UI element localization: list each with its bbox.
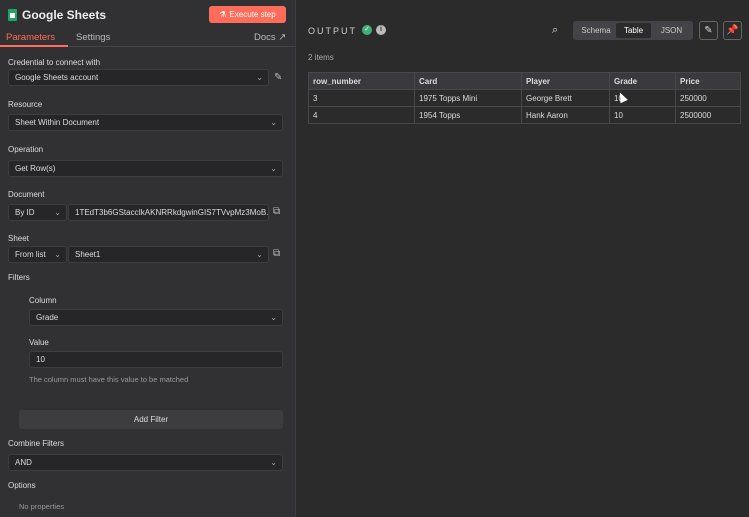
active-tab-indicator xyxy=(0,45,68,47)
google-sheets-icon xyxy=(8,9,17,21)
chevron-down-icon: ⌄ xyxy=(54,250,61,259)
column-header: Card xyxy=(414,72,522,90)
table-cell: 250000 xyxy=(675,89,741,107)
success-check-icon: ✓ xyxy=(362,25,372,35)
docs-link[interactable]: Docs ↗ xyxy=(254,32,286,43)
options-label: Options xyxy=(8,481,36,490)
output-panel: OUTPUT ✓ i ⌕ Schema Table JSON ✎ 📌 2 ite… xyxy=(296,0,749,517)
output-title: OUTPUT xyxy=(308,26,357,36)
table-cell: 2500000 xyxy=(675,106,741,124)
chevron-down-icon: ⌄ xyxy=(270,313,277,322)
options-empty: No properties xyxy=(19,502,65,511)
edit-credential-icon[interactable]: ✎ xyxy=(274,72,282,83)
external-link-icon: ↗ xyxy=(278,32,287,43)
sheet-value: Sheet1 xyxy=(75,250,101,259)
node-parameters-panel: Google Sheets ⚗ Execute step Parameters … xyxy=(0,0,296,517)
execute-step-button[interactable]: ⚗ Execute step xyxy=(209,6,286,23)
table-cell: 1954 Topps xyxy=(414,106,522,124)
view-schema-button[interactable]: Schema xyxy=(576,23,616,38)
resource-value: Sheet Within Document xyxy=(15,118,100,127)
credential-value: Google Sheets account xyxy=(15,73,99,82)
chevron-down-icon: ⌄ xyxy=(256,250,263,259)
resource-label: Resource xyxy=(8,100,43,109)
filter-column-select[interactable]: Grade ⌄ xyxy=(29,309,283,326)
document-label: Document xyxy=(8,190,45,199)
view-mode-toggle: Schema Table JSON xyxy=(573,21,693,40)
tab-parameters[interactable]: Parameters xyxy=(6,32,55,43)
document-mode-value: By ID xyxy=(15,208,35,217)
output-table: row_number Card Player Grade Price 3 197… xyxy=(308,72,741,124)
add-filter-button[interactable]: Add Filter xyxy=(19,410,283,429)
open-sheet-icon[interactable]: ⧉ xyxy=(273,248,280,259)
pin-icon[interactable]: 📌 xyxy=(723,21,742,40)
filter-column-value: Grade xyxy=(36,313,59,322)
view-json-button[interactable]: JSON xyxy=(653,23,690,38)
table-cell: George Brett xyxy=(521,89,610,107)
combine-filters-value: AND xyxy=(15,458,32,467)
column-header: Player xyxy=(521,72,610,90)
view-table-button[interactable]: Table xyxy=(616,23,651,38)
node-title: Google Sheets xyxy=(22,8,107,22)
table-cell: Hank Aaron xyxy=(521,106,610,124)
filter-value-input[interactable]: 10 xyxy=(29,351,283,368)
credential-label: Credential to connect with xyxy=(8,58,101,67)
sheet-mode-select[interactable]: From list ⌄ xyxy=(8,246,67,263)
edit-output-icon[interactable]: ✎ xyxy=(699,21,718,40)
chevron-down-icon: ⌄ xyxy=(270,118,277,127)
chevron-down-icon: ⌄ xyxy=(270,458,277,467)
value-label: Value xyxy=(29,338,49,347)
column-label: Column xyxy=(29,296,57,305)
operation-value: Get Row(s) xyxy=(15,164,56,173)
column-header: row_number xyxy=(308,72,415,90)
tab-settings[interactable]: Settings xyxy=(76,32,110,43)
execute-step-label: Execute step xyxy=(229,10,276,19)
node-header: Google Sheets ⚗ Execute step xyxy=(0,0,296,30)
filter-value-hint: The column must have this value to be ma… xyxy=(29,375,189,384)
column-header: Price xyxy=(675,72,741,90)
document-mode-select[interactable]: By ID ⌄ xyxy=(8,204,67,221)
table-cell: 3 xyxy=(308,89,415,107)
flask-icon: ⚗ xyxy=(219,10,227,19)
table-row[interactable]: 4 1954 Topps Hank Aaron 10 2500000 xyxy=(308,106,741,124)
info-icon[interactable]: i xyxy=(376,25,386,35)
items-count: 2 items xyxy=(308,53,334,62)
table-row[interactable]: 3 1975 Topps Mini George Brett 10 250000 xyxy=(308,89,741,107)
chevron-down-icon: ⌄ xyxy=(256,73,263,82)
combine-filters-select[interactable]: AND ⌄ xyxy=(8,454,283,471)
chevron-down-icon: ⌄ xyxy=(54,208,61,217)
search-icon[interactable]: ⌕ xyxy=(552,24,558,37)
sheet-mode-value: From list xyxy=(15,250,46,259)
column-header: Grade xyxy=(609,72,676,90)
document-id-value: 1TEdT3b6GStaccIkAKNRRkdgwinGIS7TVvpMz3Mo… xyxy=(75,208,269,217)
filters-label: Filters xyxy=(8,273,30,282)
sheet-select[interactable]: Sheet1 ⌄ xyxy=(68,246,269,263)
document-id-input[interactable]: 1TEdT3b6GStaccIkAKNRRkdgwinGIS7TVvpMz3Mo… xyxy=(68,204,269,221)
resource-select[interactable]: Sheet Within Document ⌄ xyxy=(8,114,283,131)
operation-select[interactable]: Get Row(s) ⌄ xyxy=(8,160,283,177)
table-cell: 4 xyxy=(308,106,415,124)
sheet-label: Sheet xyxy=(8,234,29,243)
table-header-row: row_number Card Player Grade Price xyxy=(308,72,741,90)
open-document-icon[interactable]: ⧉ xyxy=(273,206,280,217)
table-cell: 10 xyxy=(609,106,676,124)
operation-label: Operation xyxy=(8,145,44,154)
credential-select[interactable]: Google Sheets account ⌄ xyxy=(8,69,269,86)
filter-value-value: 10 xyxy=(36,355,45,364)
table-cell: 1975 Topps Mini xyxy=(414,89,522,107)
panel-tabs: Parameters Settings Docs ↗ xyxy=(0,30,296,47)
chevron-down-icon: ⌄ xyxy=(270,164,277,173)
combine-filters-label: Combine Filters xyxy=(8,439,65,448)
